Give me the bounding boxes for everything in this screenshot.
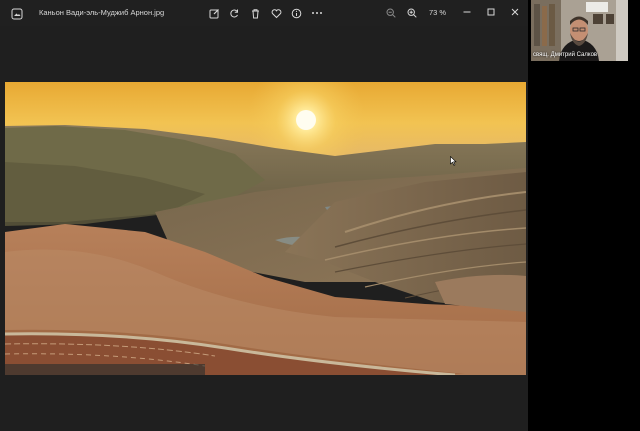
minimize-icon[interactable]: [459, 4, 475, 20]
zoom-out-icon[interactable]: [383, 5, 399, 21]
info-icon[interactable]: [288, 5, 304, 21]
favorite-heart-icon[interactable]: [268, 5, 284, 21]
delete-icon[interactable]: [247, 5, 263, 21]
participant-name: свящ. Дмитрий Салков: [533, 52, 598, 58]
rotate-icon[interactable]: [226, 5, 242, 21]
mouse-cursor-icon: [450, 153, 457, 171]
zoom-in-icon[interactable]: [404, 5, 420, 21]
zoom-level[interactable]: 73 %: [429, 8, 446, 17]
edit-image-icon[interactable]: [206, 5, 222, 21]
video-panel: [528, 0, 640, 431]
photos-app-icon: [11, 7, 23, 20]
title-bar: Каньон Вади-эль-Муджиб Арнон.jpg 73 %: [0, 0, 528, 26]
maximize-icon[interactable]: [483, 4, 499, 20]
window-title: Каньон Вади-эль-Муджиб Арнон.jpg: [39, 8, 165, 17]
photos-viewer-window: Каньон Вади-эль-Муджиб Арнон.jpg 73 %: [0, 0, 528, 431]
close-icon[interactable]: [507, 4, 523, 20]
more-icon[interactable]: [309, 5, 325, 21]
canyon-photo[interactable]: [5, 82, 526, 375]
